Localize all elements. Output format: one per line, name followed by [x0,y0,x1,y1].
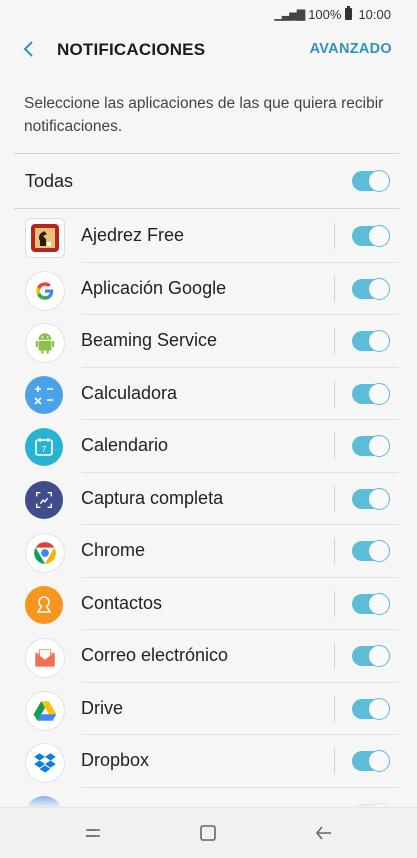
recent-apps-icon[interactable] [82,822,104,844]
dropbox-icon [25,743,65,783]
list-item[interactable]: Captura completa [0,473,417,525]
list-item[interactable]: Contactos [0,578,417,630]
chrome-icon [25,533,65,573]
list-item[interactable]: Drive [0,683,417,735]
app-toggle[interactable] [352,540,390,562]
app-toggle[interactable] [352,435,390,457]
drive-icon [25,690,65,731]
google-icon [25,270,65,311]
list-item[interactable]: Aplicación Google [0,263,417,315]
app-name: Correo electrónico [81,645,229,665]
list-item[interactable]: Beaming Service [0,315,417,368]
app-name: Chrome [81,540,146,560]
app-bar: NOTIFICACIONES AVANZADO [0,28,417,72]
battery-percent: 100% [308,6,342,22]
app-name: Drive [81,697,124,718]
app-toggle[interactable] [352,750,390,772]
list-item[interactable]: Dropbox [0,735,417,788]
list-item[interactable]: 7 Calendario [0,420,417,473]
list-item[interactable]: Calculadora [0,368,417,420]
app-toggle[interactable] [352,645,390,667]
clock: 10:00 [358,6,391,22]
navigation-bar [0,807,417,858]
calculator-icon [25,375,63,414]
back-icon[interactable] [313,822,335,844]
list-item[interactable]: Ajedrez Free [0,210,417,263]
app-toggle[interactable] [352,382,390,405]
page-title: NOTIFICACIONES [57,40,206,59]
divider [14,208,399,209]
app-name: Contactos [81,592,163,613]
signal-icon: ▁▃▅▇ [274,8,305,21]
android-icon [25,323,65,363]
list-item[interactable]: Chrome [0,525,417,578]
screenshot-icon [25,480,63,519]
contacts-icon [25,585,63,624]
email-icon [25,638,65,678]
app-toggle[interactable] [352,592,390,615]
list-item[interactable]: Correo electrónico [0,630,417,683]
svg-text:7: 7 [42,445,47,454]
app-name: Dropbox [81,750,150,770]
all-apps-label: Todas [25,171,74,191]
divider [14,153,399,154]
app-toggle[interactable] [352,697,390,720]
all-apps-row[interactable]: Todas [0,155,417,207]
chess-icon [25,218,65,258]
app-toggle[interactable] [352,277,390,300]
battery-icon [345,6,353,20]
description-text: Seleccione las aplicaciones de las que q… [24,95,384,135]
all-apps-toggle[interactable] [352,170,390,192]
app-name: Calendario [81,435,169,455]
app-name: Aplicación Google [81,277,227,298]
status-bar: ▁▃▅▇ 100% 10:00 [0,0,417,28]
app-toggle[interactable] [352,487,390,510]
back-arrow-icon[interactable] [18,37,42,61]
app-name: Calculadora [81,382,178,403]
app-name: Beaming Service [81,330,218,350]
app-toggle[interactable] [352,330,390,352]
home-icon[interactable] [197,822,219,844]
app-toggle[interactable] [352,225,390,247]
app-name: Captura completa [81,487,224,508]
app-name: Ajedrez Free [81,225,185,245]
calendar-icon: 7 [25,428,63,466]
advanced-button[interactable]: AVANZADO [310,41,392,57]
